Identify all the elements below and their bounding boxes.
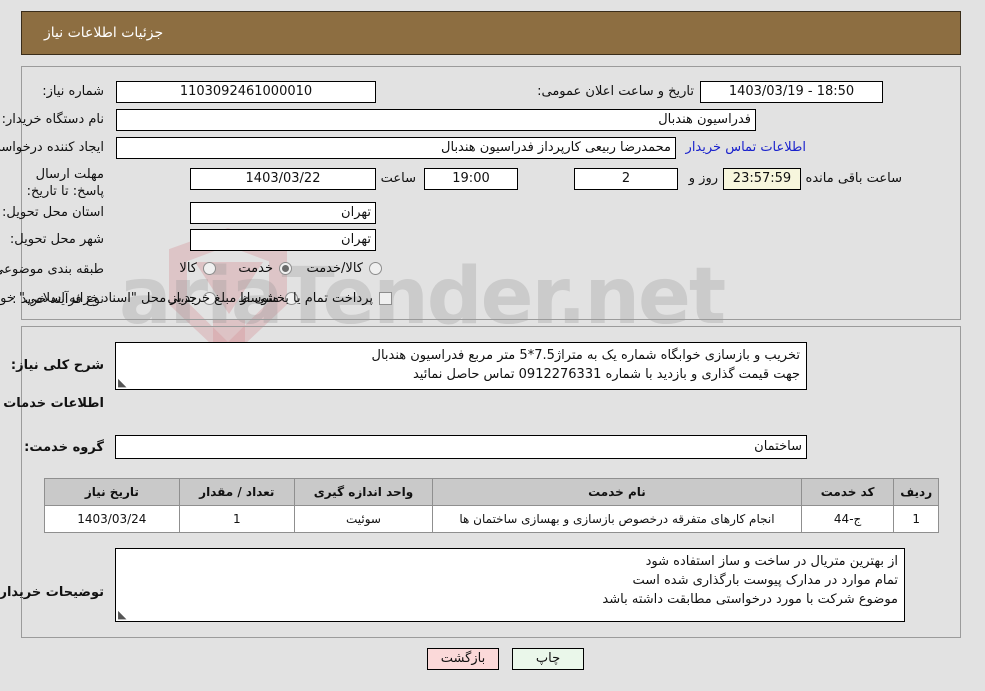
cell-name: انجام کارهای متفرقه درخصوص بازسازی و بهس… xyxy=(433,505,803,533)
checkbox-icon[interactable] xyxy=(380,292,393,305)
resize-grip-icon[interactable]: ◢ xyxy=(119,608,129,621)
deadline-remaining-label: ساعت باقی مانده xyxy=(806,171,903,186)
category-radio-kala-khedmat[interactable]: کالا/خدمت xyxy=(307,261,383,276)
deadline-date-value: 1403/03/22 xyxy=(191,168,377,190)
treasury-bond-checkbox-label: پرداخت تمام یا بخشی از مبلغ خرید،از محل … xyxy=(0,291,374,306)
deadline-hour-label: ساعت xyxy=(381,171,417,186)
col-header-unit: واحد اندازه گیری xyxy=(294,478,435,506)
buyer-notes-label: توضیحات خریدار: xyxy=(0,585,105,600)
buyer-notes-line-2: تمام موارد در مدارک پیوست بارگذاری شده ا… xyxy=(633,573,899,588)
category-option-label-1: خدمت xyxy=(239,261,274,276)
category-label: طبقه بندی موضوعی: xyxy=(0,262,105,277)
col-header-code: کد خدمت xyxy=(801,478,896,506)
radio-circle-icon[interactable] xyxy=(370,262,383,275)
buyer-org-value: فدراسیون هندبال xyxy=(117,109,757,131)
col-header-date: تاریخ نیاز xyxy=(45,478,181,506)
category-radio-khedmat[interactable]: خدمت xyxy=(239,261,293,276)
province-label: استان محل تحویل: xyxy=(3,205,105,220)
need-number-value: 1103092461000010 xyxy=(117,81,377,103)
need-desc-line-2: جهت قیمت گذاری و بازدید با شماره 0912276… xyxy=(413,367,801,382)
buyer-org-label: نام دستگاه خریدار: xyxy=(2,112,105,127)
table-header-row: ردیف کد خدمت نام خدمت واحد اندازه گیری ت… xyxy=(45,478,940,506)
col-header-name: نام خدمت xyxy=(433,478,803,506)
col-header-qty: تعداد / مقدار xyxy=(179,478,296,506)
public-announce-label: تاریخ و ساعت اعلان عمومی: xyxy=(538,84,695,99)
table-row: 1 ج-44 انجام کارهای متفرقه درخصوص بازساز… xyxy=(45,505,940,533)
need-number-label: شماره نیاز: xyxy=(43,84,105,99)
radio-circle-selected-icon[interactable] xyxy=(280,262,293,275)
cell-code: ج-44 xyxy=(801,505,896,533)
treasury-bond-checkbox-group[interactable]: پرداخت تمام یا بخشی از مبلغ خرید،از محل … xyxy=(0,291,393,306)
need-desc-textarea[interactable]: تخریب و بازسازی خوابگاه شماره یک به مترا… xyxy=(116,342,808,390)
print-button[interactable]: چاپ xyxy=(513,648,585,670)
resize-grip-icon[interactable]: ◢ xyxy=(119,376,129,389)
radio-circle-icon[interactable] xyxy=(204,262,217,275)
service-group-value: ساختمان xyxy=(116,435,808,459)
buyer-notes-line-1: از بهترین متریال در ساخت و ساز استفاده ش… xyxy=(646,554,899,569)
services-section-heading: اطلاعات خدمات مورد نیاز xyxy=(0,396,105,411)
deadline-hour-value: 19:00 xyxy=(425,168,519,190)
deadline-label: مهلت ارسال پاسخ: تا تاریخ: xyxy=(27,167,105,199)
cell-unit: سوئیت xyxy=(294,505,435,533)
city-value: تهران xyxy=(191,229,377,251)
province-value: تهران xyxy=(191,202,377,224)
requester-value: محمدرضا ربیعی کارپرداز فدراسیون هندبال xyxy=(117,137,677,159)
buyer-notes-line-3: موضوع شرکت با مورد درخواستی مطابقت داشته… xyxy=(603,592,899,607)
city-label: شهر محل تحویل: xyxy=(10,232,105,247)
services-table: ردیف کد خدمت نام خدمت واحد اندازه گیری ت… xyxy=(45,478,940,533)
back-button[interactable]: بازگشت xyxy=(428,648,500,670)
page-title-bar: جزئیات اطلاعات نیاز xyxy=(22,11,962,55)
category-radio-kala[interactable]: کالا xyxy=(180,261,217,276)
buyer-notes-textarea[interactable]: از بهترین متریال در ساخت و ساز استفاده ش… xyxy=(116,548,906,622)
buyer-contact-link[interactable]: اطلاعات تماس خریدار xyxy=(687,140,807,155)
cell-row: 1 xyxy=(894,505,940,533)
deadline-countdown-value: 23:57:59 xyxy=(724,168,802,190)
need-desc-label: شرح کلی نیاز: xyxy=(11,358,105,373)
cell-qty: 1 xyxy=(179,505,296,533)
need-info-panel xyxy=(22,66,962,320)
deadline-days-value: 2 xyxy=(575,168,679,190)
service-group-label: گروه خدمت: xyxy=(25,440,105,455)
category-option-label-0: کالا xyxy=(180,261,198,276)
requester-label: ایجاد کننده درخواست: xyxy=(0,140,105,155)
category-option-label-2: کالا/خدمت xyxy=(307,261,364,276)
col-header-row: ردیف xyxy=(894,478,940,506)
page-title: جزئیات اطلاعات نیاز xyxy=(45,25,165,41)
need-desc-line-1: تخریب و بازسازی خوابگاه شماره یک به مترا… xyxy=(372,348,802,363)
cell-date: 1403/03/24 xyxy=(45,505,181,533)
deadline-days-label: روز و xyxy=(689,171,719,186)
public-announce-value: 18:50 - 1403/03/19 xyxy=(701,81,884,103)
